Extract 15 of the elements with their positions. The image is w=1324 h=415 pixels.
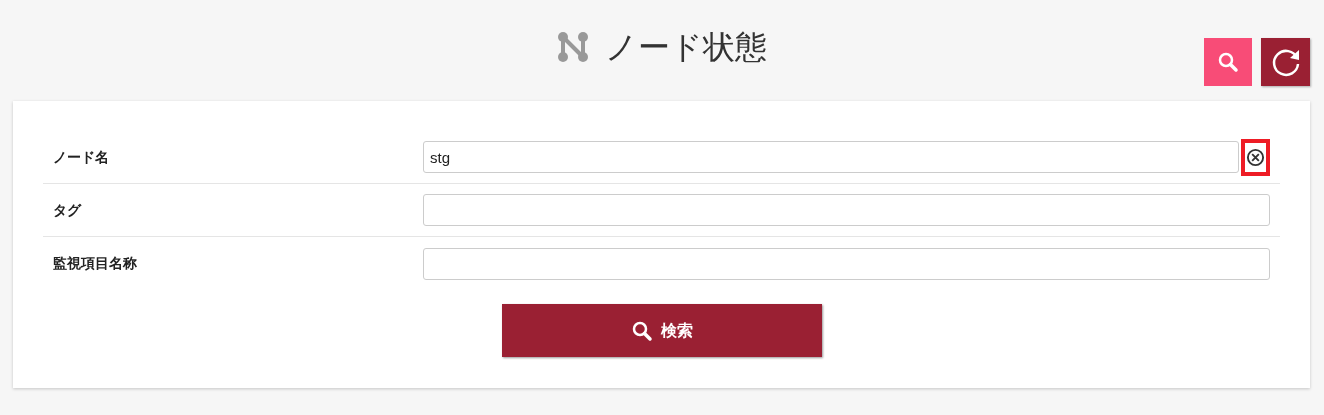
search-submit-button[interactable]: 検索 (501, 304, 822, 357)
clear-button[interactable] (1241, 138, 1270, 176)
node-graph-icon (557, 30, 589, 63)
page-title: ノード状態 (605, 26, 767, 68)
search-button[interactable] (1204, 38, 1252, 86)
field-label: タグ (52, 200, 83, 220)
input-field[interactable] (423, 247, 1270, 280)
input-field[interactable]: stg (423, 141, 1239, 173)
field-label: 監視項目名称 (52, 254, 138, 273)
field-label: ノード名 (52, 147, 110, 167)
search-icon (630, 319, 653, 342)
input-field[interactable] (423, 194, 1270, 226)
clear-icon (1246, 147, 1265, 167)
refresh-button[interactable] (1261, 38, 1310, 86)
search-icon (1217, 51, 1239, 73)
